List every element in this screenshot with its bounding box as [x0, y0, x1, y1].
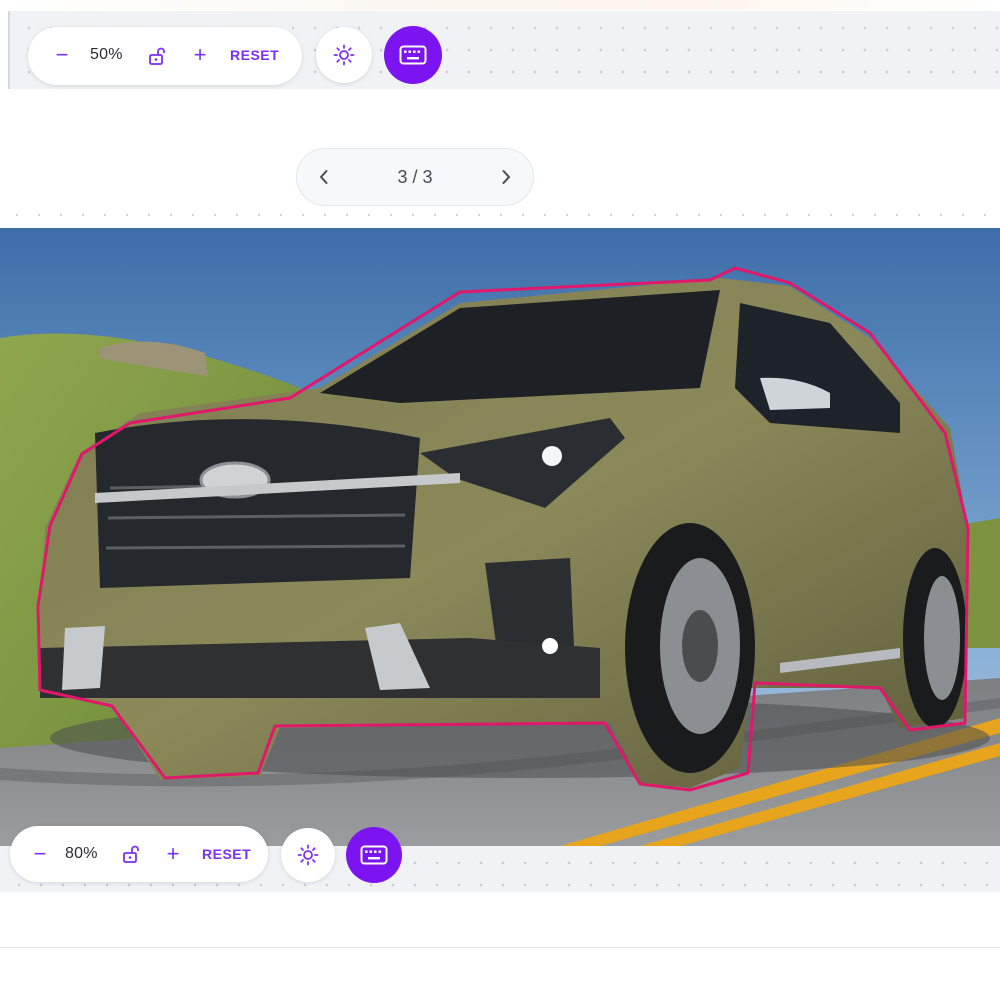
zoom-out-button[interactable]: − [50, 43, 74, 67]
zoom-in-button[interactable]: + [161, 842, 185, 866]
wheel-front [625, 523, 755, 773]
top-strip [0, 0, 1000, 10]
chevron-right-icon [502, 170, 510, 184]
reset-button[interactable]: RESET [230, 47, 279, 63]
brightness-button[interactable] [281, 828, 335, 882]
page-indicator: 3 / 3 [397, 166, 433, 187]
keyboard-icon [399, 45, 427, 65]
next-page-button[interactable] [499, 168, 513, 186]
zoom-in-button[interactable]: + [188, 43, 212, 67]
lock-open-icon[interactable] [146, 45, 168, 67]
zoom-control-top: − 50% + RESET [28, 27, 302, 85]
divider-line [0, 947, 1000, 948]
section-divider [0, 212, 1000, 218]
zoom-value: 80% [65, 845, 98, 862]
wheel-rear [903, 548, 967, 728]
lock-open-icon[interactable] [120, 843, 142, 865]
brightness-button[interactable] [316, 27, 372, 83]
vehicle-photo[interactable] [0, 228, 1000, 846]
top-toolbar-area: − 50% + RESET [8, 11, 1000, 89]
reset-button[interactable]: RESET [202, 846, 251, 862]
keyboard-button[interactable] [384, 26, 442, 84]
keyboard-button[interactable] [346, 827, 402, 883]
page-navigator: 3 / 3 [296, 148, 534, 206]
zoom-value: 50% [90, 46, 123, 63]
sun-icon [333, 44, 355, 66]
zoom-control-bottom: − 80% + RESET [10, 826, 268, 882]
chevron-left-icon [320, 170, 328, 184]
zoom-out-button[interactable]: − [28, 842, 52, 866]
previous-page-button[interactable] [317, 168, 331, 186]
sun-icon [297, 844, 319, 866]
keyboard-icon [360, 845, 388, 865]
